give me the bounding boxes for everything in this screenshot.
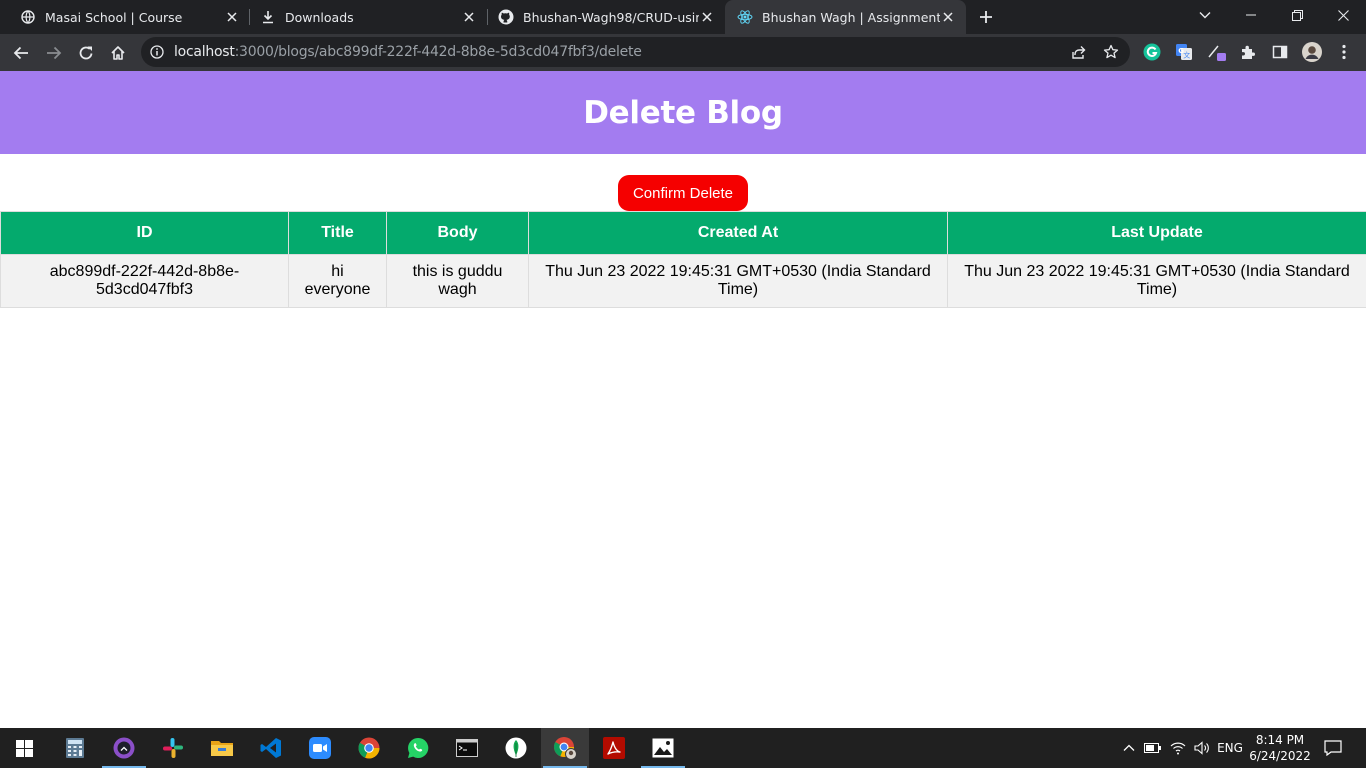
tab-downloads[interactable]: Downloads xyxy=(240,0,487,34)
cell-body: this is guddu wagh xyxy=(386,254,529,308)
clock-time: 8:14 PM xyxy=(1255,733,1305,747)
cell-last-update: Thu Jun 23 2022 19:45:31 GMT+0530 (India… xyxy=(947,254,1366,308)
react-icon xyxy=(737,9,753,25)
close-icon[interactable] xyxy=(461,9,477,25)
browser-toolbar: localhost:3000/blogs/abc899df-222f-442d-… xyxy=(0,34,1366,71)
github-icon xyxy=(498,9,514,25)
system-clock[interactable]: 8:14 PM 6/24/2022 xyxy=(1247,732,1313,764)
grammarly-icon[interactable] xyxy=(1142,42,1162,62)
tab-label: Bhushan-Wagh98/CRUD-using-n xyxy=(523,9,699,25)
home-button[interactable] xyxy=(105,40,131,66)
show-hidden-icons-chevron-icon[interactable] xyxy=(1119,728,1139,768)
tab-assignment[interactable]: Bhushan Wagh | Assignment xyxy=(725,0,966,34)
url-path: :3000/blogs/abc899df-222f-442d-8b8e-5d3c… xyxy=(234,44,642,60)
close-icon[interactable] xyxy=(699,9,715,25)
blog-table: ID Title Body Created At Last Update abc… xyxy=(0,211,1366,308)
bookmark-star-icon[interactable] xyxy=(1101,42,1121,62)
cell-created-at: Thu Jun 23 2022 19:45:31 GMT+0530 (India… xyxy=(528,254,948,308)
page-title: Delete Blog xyxy=(583,94,783,131)
chrome-icon[interactable] xyxy=(345,728,393,768)
download-icon xyxy=(260,9,276,25)
share-icon[interactable] xyxy=(1069,42,1089,62)
tab-search-button[interactable] xyxy=(1182,0,1228,30)
whatsapp-icon[interactable] xyxy=(394,728,442,768)
forward-button[interactable] xyxy=(41,40,67,66)
confirm-delete-button[interactable]: Confirm Delete xyxy=(618,175,748,211)
tab-label: Bhushan Wagh | Assignment xyxy=(762,9,940,25)
column-header-body: Body xyxy=(386,211,529,255)
photos-icon[interactable] xyxy=(639,728,687,768)
windows-taskbar: ENG 8:14 PM 6/24/2022 xyxy=(0,728,1366,768)
cell-id: abc899df-222f-442d-8b8e-5d3cd047fbf3 xyxy=(0,254,289,308)
table-row: abc899df-222f-442d-8b8e-5d3cd047fbf3 hi … xyxy=(0,254,1366,308)
column-header-last-update: Last Update xyxy=(947,211,1366,255)
tab-masai-school[interactable]: Masai School | Course xyxy=(0,0,250,34)
clock-date: 6/24/2022 xyxy=(1249,749,1311,763)
column-header-created-at: Created At xyxy=(528,211,948,255)
web-page: Delete Blog Confirm Delete ID Title Body… xyxy=(0,71,1366,728)
reload-button[interactable] xyxy=(73,40,99,66)
calculator-icon[interactable] xyxy=(51,728,99,768)
restore-button[interactable] xyxy=(1274,0,1320,30)
globe-icon xyxy=(20,9,36,25)
acrobat-icon[interactable] xyxy=(590,728,638,768)
browser-tab-strip: Masai School | Course Downloads Bhushan-… xyxy=(0,0,1366,34)
tab-github-repo[interactable]: Bhushan-Wagh98/CRUD-using-n xyxy=(478,0,725,34)
close-icon[interactable] xyxy=(224,9,240,25)
back-button[interactable] xyxy=(8,40,34,66)
google-translate-icon[interactable]: G文 xyxy=(1174,42,1194,62)
close-icon[interactable] xyxy=(940,9,956,25)
zoom-icon[interactable] xyxy=(296,728,344,768)
vscode-icon[interactable] xyxy=(247,728,295,768)
address-url[interactable]: localhost:3000/blogs/abc899df-222f-442d-… xyxy=(174,44,642,60)
chrome-menu-icon[interactable] xyxy=(1334,42,1354,62)
tab-label: Downloads xyxy=(285,9,354,25)
wifi-icon[interactable] xyxy=(1167,728,1189,768)
terminal-icon[interactable] xyxy=(443,728,491,768)
start-button[interactable] xyxy=(0,728,48,768)
url-host: localhost xyxy=(174,44,235,60)
page-header-banner: Delete Blog xyxy=(0,71,1366,154)
volume-icon[interactable] xyxy=(1191,728,1213,768)
notification-center-icon[interactable] xyxy=(1320,728,1346,768)
column-header-title: Title xyxy=(288,211,387,255)
close-window-button[interactable] xyxy=(1320,0,1366,30)
address-bar[interactable]: localhost:3000/blogs/abc899df-222f-442d-… xyxy=(141,37,1130,67)
svg-text:文: 文 xyxy=(1183,51,1190,60)
chrome-profile-icon[interactable] xyxy=(541,728,589,768)
cell-title: hi everyone xyxy=(288,254,387,308)
profile-avatar[interactable] xyxy=(1302,42,1322,62)
minimize-button[interactable] xyxy=(1228,0,1274,30)
tab-label: Masai School | Course xyxy=(45,9,183,25)
input-language-indicator[interactable]: ENG xyxy=(1215,728,1245,768)
side-panel-icon[interactable] xyxy=(1270,42,1290,62)
new-tab-button[interactable] xyxy=(976,7,996,27)
table-header-row: ID Title Body Created At Last Update xyxy=(0,211,1366,255)
slack-icon[interactable] xyxy=(149,728,197,768)
column-header-id: ID xyxy=(0,211,289,255)
github-desktop-icon[interactable] xyxy=(100,728,148,768)
extensions-puzzle-icon[interactable] xyxy=(1238,42,1258,62)
file-explorer-icon[interactable] xyxy=(198,728,246,768)
eyedropper-extension-icon[interactable] xyxy=(1206,42,1226,62)
mongodb-compass-icon[interactable] xyxy=(492,728,540,768)
battery-icon[interactable] xyxy=(1142,728,1164,768)
site-info-icon[interactable] xyxy=(149,44,165,60)
